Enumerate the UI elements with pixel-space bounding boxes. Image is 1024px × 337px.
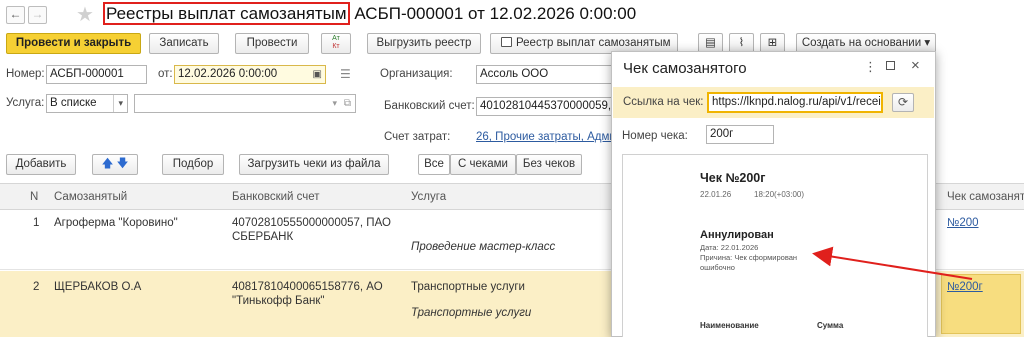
- chevron-down-icon: ▾: [332, 98, 337, 108]
- add-button[interactable]: Добавить: [6, 154, 76, 175]
- row-account-line2: СБЕРБАНК: [232, 231, 294, 243]
- bank-account-label: Банковский счет:: [384, 100, 475, 112]
- report-icon: ▤: [705, 37, 716, 49]
- kt-label: Кт: [332, 43, 340, 50]
- cost-account-link[interactable]: 26, Прочие затраты, Адми: [476, 131, 614, 143]
- col-self-employed[interactable]: Самозанятый: [54, 191, 127, 203]
- export-registry-button[interactable]: Выгрузить реестр: [367, 33, 481, 54]
- service-label: Услуга:: [6, 97, 45, 109]
- title-highlighted: Реестры выплат самозанятым: [103, 2, 350, 25]
- print-registry-label: Реестр выплат самозанятым: [516, 37, 671, 49]
- receipt-number-field[interactable]: 200г: [706, 125, 774, 144]
- close-icon[interactable]: ×: [911, 57, 920, 74]
- receipt-reason-line1: Причина: Чек сформирован: [700, 253, 798, 262]
- organization-field[interactable]: Ассоль ООО: [476, 65, 616, 84]
- receipt-date: 22.01.26: [700, 190, 732, 199]
- chevron-down-icon: ▾: [113, 95, 123, 112]
- col-receipt[interactable]: Чек самозанятого: [947, 191, 1024, 203]
- filter-all-button[interactable]: Все: [418, 154, 450, 175]
- receipt-number-label: Номер чека:: [622, 130, 688, 142]
- row-self-employed: Агроферма "Коровино": [54, 217, 178, 229]
- star-icon[interactable]: ★: [76, 2, 94, 27]
- row-self-employed: ЩЕРБАКОВ О.А: [54, 281, 142, 293]
- post-button[interactable]: Провести: [235, 33, 309, 54]
- receipt-dialog: Чек самозанятого ⋮ × Ссылка на чек: http…: [611, 51, 936, 337]
- create-based-label: Создать на основании: [801, 37, 922, 49]
- dialog-title: Чек самозанятого: [623, 60, 747, 77]
- calendar-icon[interactable]: ▣: [313, 66, 322, 83]
- service-mode-value: В списке: [50, 97, 97, 109]
- history-icon[interactable]: ☰: [340, 67, 351, 81]
- receipt-link-field[interactable]: https://lknpd.nalog.ru/api/v1/receip: [707, 92, 883, 113]
- page-title: Реестры выплат самозанятым АСБП-000001 о…: [103, 2, 637, 25]
- row-account-line1: 40817810400065158776, АО: [232, 281, 383, 293]
- open-icon[interactable]: ⧉: [344, 95, 351, 112]
- row-number: 2: [33, 281, 40, 293]
- arrow-down-icon[interactable]: 🡇: [117, 158, 129, 170]
- receipt-preview: Чек №200г 22.01.26 18:20(+03:00) Аннулир…: [622, 154, 928, 337]
- arrow-left-icon: ←: [9, 7, 22, 21]
- more-vertical-icon[interactable]: ⋮: [864, 59, 877, 75]
- date-field[interactable]: 12.02.2026 0:00:00 ▣: [174, 65, 326, 84]
- link-row: Ссылка на чек: https://lknpd.nalog.ru/ap…: [613, 87, 934, 118]
- date-value: 12.02.2026 0:00:00: [178, 68, 278, 80]
- row-service: Проведение мастер-класс: [411, 241, 556, 253]
- forward-button[interactable]: →: [28, 6, 47, 24]
- bank-account-field[interactable]: 40102810445370000059, С: [476, 97, 616, 116]
- refresh-button[interactable]: ⟳: [892, 93, 914, 112]
- col-n[interactable]: N: [30, 191, 38, 203]
- col-bank-account[interactable]: Банковский счет: [232, 191, 320, 203]
- title-rest: АСБП-000001 от 12.02.2026 0:00:00: [354, 4, 637, 23]
- receipt-status: Аннулирован: [700, 229, 774, 241]
- receipt-col-sum: Сумма: [817, 321, 844, 330]
- number-field[interactable]: АСБП-000001: [46, 65, 147, 84]
- service-mode-select[interactable]: В списке ▾: [46, 94, 128, 113]
- link-label: Ссылка на чек:: [623, 96, 704, 108]
- dt-label: Ат: [332, 35, 340, 42]
- post-and-close-button[interactable]: Провести и закрыть: [6, 33, 141, 54]
- service-field[interactable]: ▾ ⧉: [134, 94, 356, 113]
- refresh-icon: ⟳: [897, 95, 909, 109]
- date-label: от:: [158, 68, 173, 80]
- receipt-title: Чек №200г: [700, 171, 766, 185]
- row-number: 1: [33, 217, 40, 229]
- printer-icon: [501, 37, 512, 47]
- number-label: Номер:: [6, 68, 45, 80]
- organization-label: Организация:: [380, 68, 453, 80]
- receipt-cancel-date: Дата: 22.01.2026: [700, 243, 759, 252]
- filter-without-receipts-button[interactable]: Без чеков: [516, 154, 582, 175]
- select-button[interactable]: Подбор: [162, 154, 224, 175]
- row-service-line2: Транспортные услуги: [411, 307, 532, 319]
- row-receipt-link[interactable]: №200: [947, 216, 979, 230]
- structure-icon: ⊞: [767, 37, 778, 49]
- maximize-icon[interactable]: [886, 61, 895, 70]
- filter-with-receipts-button[interactable]: С чеками: [450, 154, 516, 175]
- row-account-line1: 40702810555000000057, ПАО: [232, 217, 391, 229]
- row-account-line2: "Тинькофф Банк": [232, 295, 325, 307]
- paperclip-icon: ⌇: [738, 37, 745, 49]
- col-service[interactable]: Услуга: [411, 191, 446, 203]
- back-button[interactable]: ←: [6, 6, 25, 24]
- row-receipt-link[interactable]: №200г: [947, 280, 983, 294]
- receipt-time: 18:20(+03:00): [754, 190, 805, 199]
- chevron-down-icon: ▾: [924, 37, 931, 49]
- receipt-col-name: Наименование: [700, 321, 759, 330]
- move-buttons[interactable]: 🡅 🡇: [92, 154, 138, 175]
- dt-kt-button[interactable]: Ат Кт: [321, 33, 351, 54]
- save-button[interactable]: Записать: [149, 33, 219, 54]
- load-receipts-button[interactable]: Загрузить чеки из файла: [239, 154, 389, 175]
- row-service-line1: Транспортные услуги: [411, 281, 525, 293]
- cost-account-label: Счет затрат:: [384, 131, 451, 143]
- receipt-reason-line2: ошибочно: [700, 263, 735, 272]
- arrow-right-icon: →: [31, 7, 44, 21]
- arrow-up-icon[interactable]: 🡅: [102, 158, 114, 170]
